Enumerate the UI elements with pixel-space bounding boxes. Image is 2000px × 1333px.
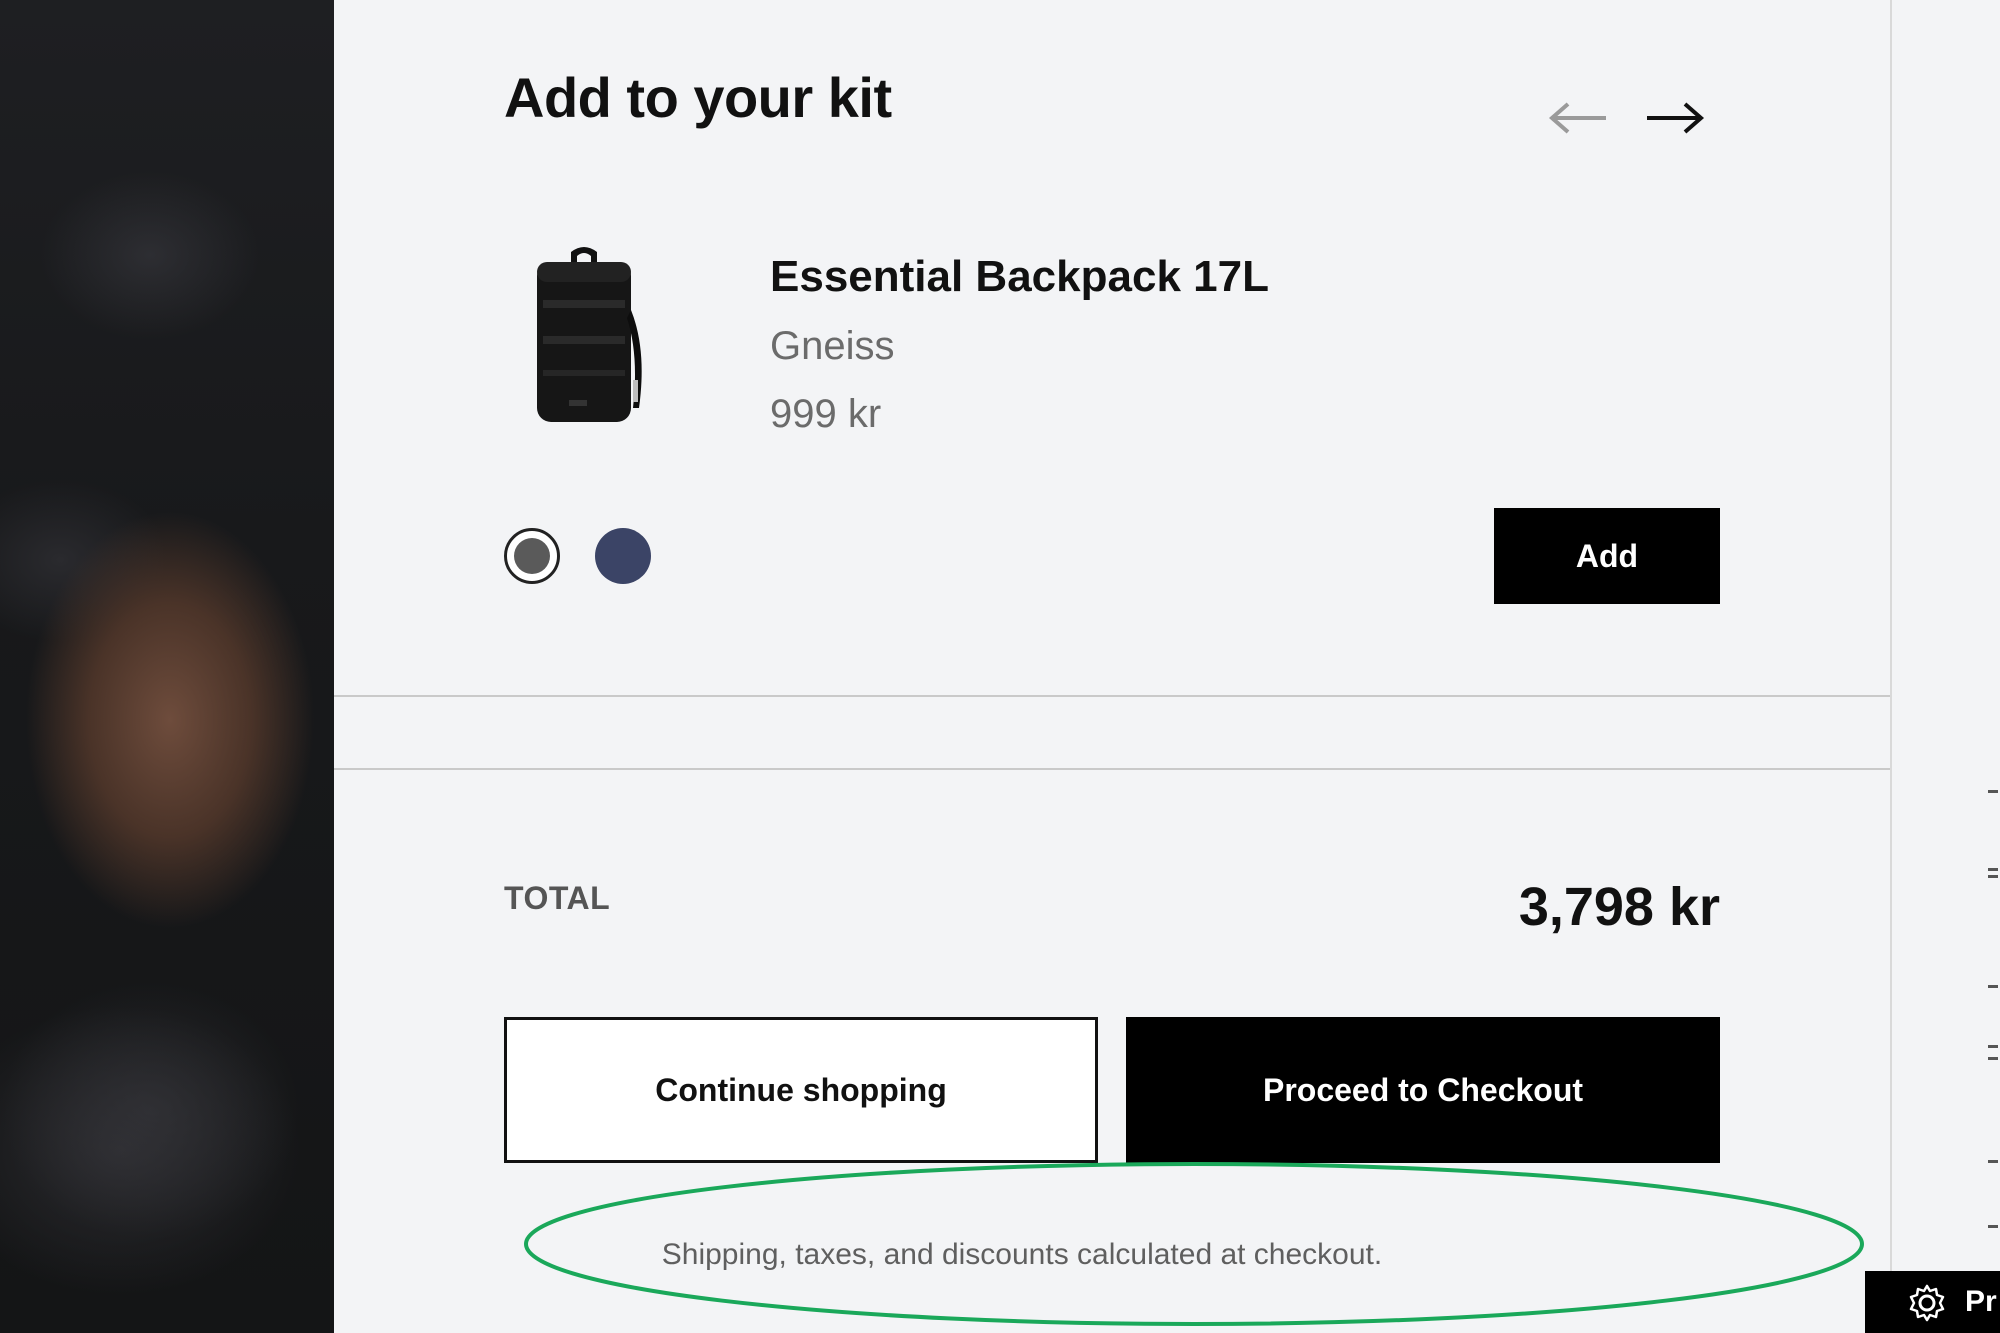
edge-mark — [1988, 1057, 1998, 1060]
divider — [334, 768, 1890, 770]
total-value: 3,798 kr — [1518, 877, 1720, 937]
edge-mark — [1988, 1225, 1998, 1228]
product-price: 999 kr — [770, 392, 882, 436]
edge-mark — [1988, 875, 1998, 878]
cart-drawer: Add to your kit Essential Backpack 17L G… — [334, 0, 1892, 1333]
continue-shopping-button[interactable]: Continue shopping — [504, 1017, 1098, 1163]
kit-title: Add to your kit — [504, 66, 892, 129]
color-swatch-gneiss[interactable] — [504, 528, 560, 584]
checkout-note: Shipping, taxes, and discounts calculate… — [334, 1238, 1890, 1272]
product-variant: Gneiss — [770, 324, 895, 368]
checkout-button[interactable]: Proceed to Checkout — [1126, 1017, 1720, 1163]
photo-shadow — [40, 170, 260, 340]
privacy-settings-button[interactable]: Pr — [1865, 1271, 2000, 1333]
edge-mark — [1988, 1160, 1998, 1163]
photo-shadow — [0, 980, 300, 1240]
arrow-right-icon[interactable] — [1639, 88, 1709, 148]
edge-mark — [1988, 1045, 1998, 1048]
total-label: TOTAL — [504, 880, 611, 916]
add-button[interactable]: Add — [1494, 508, 1720, 604]
backpack-icon[interactable] — [509, 240, 659, 430]
privacy-label: Pr — [1965, 1285, 1997, 1318]
color-swatch-navy[interactable] — [595, 528, 651, 584]
edge-mark — [1988, 985, 1998, 988]
background-photo — [0, 0, 334, 1333]
arrow-left-icon[interactable] — [1544, 88, 1614, 148]
page: Add to your kit Essential Backpack 17L G… — [0, 0, 2000, 1333]
edge-mark — [1988, 868, 1998, 871]
divider — [334, 695, 1890, 697]
checkout-note-text: Shipping, taxes, and discounts calculate… — [661, 1238, 1383, 1271]
edge-mark — [1988, 790, 1998, 793]
product-name[interactable]: Essential Backpack 17L — [770, 252, 1269, 302]
swatch-fill — [514, 538, 550, 574]
gear-icon — [1909, 1284, 1945, 1322]
page-edge — [1892, 0, 2000, 1333]
